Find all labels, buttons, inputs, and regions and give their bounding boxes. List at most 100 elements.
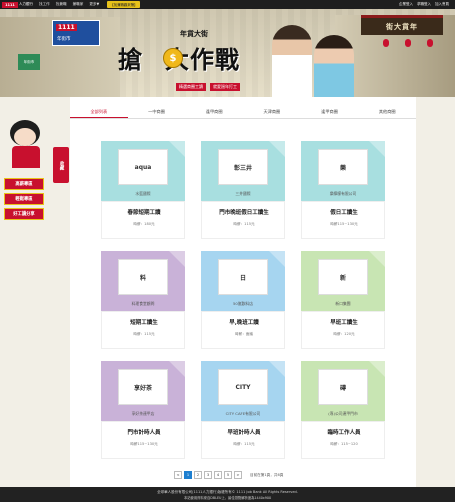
footer: 全球華人股份有限公司(1111人力銀行)版權所有© 1111 Job Bank … — [0, 487, 455, 502]
nav-parttime-home[interactable]: 兼職家 — [73, 2, 84, 7]
company-name: CITY CAFE有限公司 — [225, 411, 261, 416]
job-pay: 時薪：面議 — [235, 332, 253, 336]
job-title[interactable]: 早班工讀生 — [302, 318, 386, 326]
company-logo[interactable]: 享好茶 — [118, 369, 168, 405]
tab-yizhong[interactable]: 一中商圈 — [128, 107, 186, 118]
lanterns — [383, 39, 433, 47]
tab-fengjia[interactable]: 逢甲商圈 — [185, 107, 243, 118]
company-name: 料理食堂顧問 — [131, 301, 155, 306]
job-title[interactable]: 早,晚班工讀 — [202, 318, 286, 326]
tab-tianjin[interactable]: 天津商圈 — [243, 107, 301, 118]
page-5-button[interactable]: 5 — [224, 471, 232, 479]
job-title[interactable]: 早班計時人員 — [202, 428, 286, 436]
job-card[interactable]: 樂樂檸檬有限公司假日工讀生時薪115~130元 — [301, 141, 385, 239]
job-card[interactable]: 享好茶享好茶連甲店門市計時人員時薪115~130元 — [101, 361, 185, 459]
job-card[interactable]: 料料理食堂顧問短期工讀生時薪：115元 — [101, 251, 185, 349]
nav-find-parttime[interactable]: 找兼職 — [56, 2, 67, 7]
job-card[interactable]: aqua 水藍國際春節短期工讀時薪：180元 — [101, 141, 185, 239]
coin-icon: $ — [163, 48, 183, 68]
banner-person-female — [314, 35, 354, 97]
job-card-header: 樂樂檸檬有限公司 — [301, 141, 385, 201]
job-pay: 時薪：115元 — [133, 332, 155, 336]
site-logo-suffix[interactable]: 人力銀行 — [19, 2, 33, 7]
card-corner-decoration — [269, 251, 285, 267]
prev-page-button[interactable]: < — [174, 471, 182, 479]
job-card-body: 早,晚班工讀時薪：面議 — [201, 311, 285, 349]
collect-button[interactable]: 收藏 — [53, 147, 69, 183]
lantern-icon — [405, 39, 411, 47]
job-pay: 時薪115~130元 — [130, 442, 158, 446]
job-card-body: 春節短期工讀時薪：180元 — [101, 201, 185, 239]
banner-title-left: 搶 — [118, 45, 143, 74]
card-corner-decoration — [169, 251, 185, 267]
job-pay: 時薪：115元 — [233, 222, 255, 226]
card-corner-decoration — [169, 361, 185, 377]
easy-zone-link[interactable]: 輕鬆專區 — [4, 193, 44, 205]
banner-people — [268, 19, 358, 97]
card-corner-decoration — [369, 361, 385, 377]
job-card-body: 早班工讀生時薪：120元 — [301, 311, 385, 349]
nav-find-job[interactable]: 找工作 — [39, 2, 50, 7]
job-card[interactable]: 日 50嵐飲料店早,晚班工讀時薪：面議 — [201, 251, 285, 349]
promo-link[interactable]: 【找兼職趣來賺】 — [107, 1, 141, 8]
job-title[interactable]: 臨時工作人員 — [302, 428, 386, 436]
card-corner-decoration — [169, 141, 185, 157]
job-title[interactable]: 門市晚班假日工讀生 — [202, 208, 286, 216]
job-card[interactable]: CITY CITY CAFE有限公司早班計時人員時薪：115元 — [201, 361, 285, 459]
page-1-button[interactable]: 1 — [184, 471, 192, 479]
job-card-body: 門市晚班假日工讀生時薪：115元 — [201, 201, 285, 239]
job-pay: 時薪：120元 — [333, 332, 355, 336]
site-logo[interactable]: 1111 — [2, 1, 18, 8]
tab-all[interactable]: 全部列表 — [70, 107, 128, 118]
nav-more[interactable]: 更多▼ — [89, 2, 99, 7]
lantern-icon — [383, 39, 389, 47]
company-logo[interactable]: 彰三井 — [218, 149, 268, 185]
banner-gate-sign: 街大貨年 — [361, 15, 443, 35]
jobseeker-login-link[interactable]: 求職登入 — [417, 2, 431, 7]
tab-fengjia-2[interactable]: 逢甲商圈 — [301, 107, 359, 118]
top-account-links: 企業登入 求職登入 加入會員 — [399, 2, 449, 7]
job-pay: 時薪：115~120 — [330, 442, 358, 446]
job-pay: 時薪：115元 — [233, 442, 255, 446]
main-panel: 全部列表 一中商圈 逢甲商圈 天津商圈 逢甲商圈 其他商圈 aqua 水藍國際春節… — [70, 97, 416, 487]
lantern-icon — [427, 39, 433, 47]
company-logo[interactable]: aqua — [118, 149, 168, 185]
job-card-header: 彰三井 三井國際 — [201, 141, 285, 201]
job-title[interactable]: 門市計時人員 — [102, 428, 186, 436]
banner-subtitle: 年貨大街 — [180, 30, 208, 38]
company-name: 三井國際 — [235, 191, 251, 196]
company-name: (專)公司連甲門市 — [328, 411, 358, 416]
district-tabs: 全部列表 一中商圈 逢甲商圈 天津商圈 逢甲商圈 其他商圈 — [70, 107, 416, 119]
job-title[interactable]: 春節短期工讀 — [102, 208, 186, 216]
company-logo[interactable]: 磚 — [318, 369, 368, 405]
job-card[interactable]: 彰三井三井國際門市晚班假日工讀生時薪：115元 — [201, 141, 285, 239]
tab-other[interactable]: 其他商圈 — [358, 107, 416, 118]
employer-login-link[interactable]: 企業登入 — [399, 2, 413, 7]
share-link[interactable]: 好工讀分享 — [4, 208, 44, 220]
job-card[interactable]: 新新口集團 早班工讀生 時薪：120元 — [301, 251, 385, 349]
page-2-button[interactable]: 2 — [194, 471, 202, 479]
company-name: 50嵐飲料店 — [232, 301, 254, 306]
card-corner-decoration — [269, 141, 285, 157]
company-logo[interactable]: 新 — [318, 259, 368, 295]
job-card-header: CITY CITY CAFE有限公司 — [201, 361, 285, 421]
banner-person-male — [272, 25, 312, 97]
company-logo[interactable]: 日 — [218, 259, 268, 295]
high-pay-zone-link[interactable]: 高薪專區 — [4, 178, 44, 190]
company-name: 享好茶連甲店 — [131, 411, 155, 416]
register-link[interactable]: 加入會員 — [435, 2, 449, 7]
job-pay: 時薪：180元 — [133, 222, 155, 226]
job-pay: 時薪115~130元 — [330, 222, 358, 226]
job-card[interactable]: 磚 (專)公司連甲門市臨時工作人員時薪：115~120 — [301, 361, 385, 459]
next-page-button[interactable]: > — [234, 471, 242, 479]
job-title[interactable]: 短期工讀生 — [102, 318, 186, 326]
company-logo[interactable]: 料 — [118, 259, 168, 295]
banner-badge-1: 精選商圈工讀 — [176, 83, 206, 91]
company-logo[interactable]: CITY — [218, 369, 268, 405]
footer-note: 本站使用資料來自DBLEU上，最佳瀏覽解析度為1440x900 — [183, 496, 272, 500]
page-3-button[interactable]: 3 — [204, 471, 212, 479]
company-logo[interactable]: 樂 — [318, 149, 368, 185]
job-title[interactable]: 假日工讀生 — [302, 208, 386, 216]
page-4-button[interactable]: 4 — [214, 471, 222, 479]
company-name: 水藍國際 — [135, 191, 151, 196]
